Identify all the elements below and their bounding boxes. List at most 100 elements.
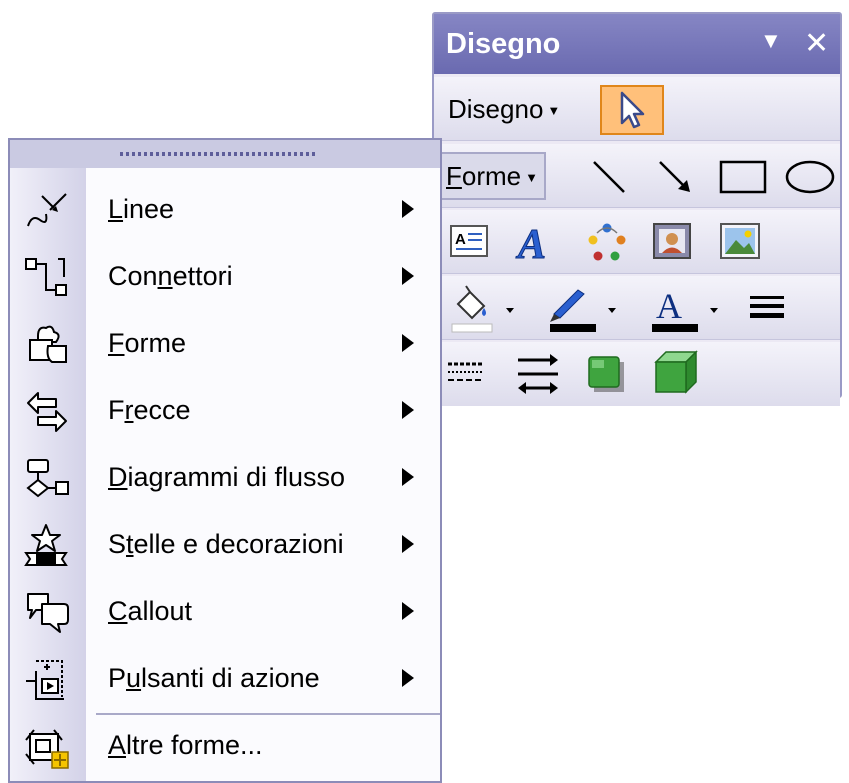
menu-item-diagrammi-di-flusso[interactable]: Diagrammi di flusso bbox=[10, 446, 440, 513]
svg-text:A: A bbox=[515, 222, 546, 266]
menu-item-callout[interactable]: Callout bbox=[10, 580, 440, 647]
diagram-icon bbox=[588, 223, 626, 261]
arrow-style-icon bbox=[518, 354, 558, 394]
picture-icon bbox=[720, 223, 760, 259]
oval-icon bbox=[785, 160, 835, 194]
menu-item-label: allout bbox=[127, 596, 193, 626]
line-style-button[interactable] bbox=[748, 292, 788, 322]
forme-menu-mnemonic: F bbox=[446, 161, 462, 191]
arrow-button[interactable] bbox=[650, 154, 700, 198]
forme-menu-label: orme bbox=[461, 161, 522, 191]
oval-button[interactable] bbox=[784, 156, 838, 198]
grip-dots-icon bbox=[120, 152, 318, 156]
menu-item-label: iagrammi di flusso bbox=[127, 462, 346, 492]
block-arrows-icon bbox=[27, 392, 67, 432]
font-color-icon: A bbox=[652, 286, 718, 332]
forme-menu-button[interactable]: Forme ▼ bbox=[438, 152, 547, 200]
chevron-down-icon: ▼ bbox=[525, 170, 539, 185]
toolbar-row-4: A bbox=[434, 276, 840, 340]
menu-item-mnemonic: A bbox=[108, 730, 127, 760]
toolbar-row-3: A A bbox=[434, 210, 840, 274]
font-color-button[interactable]: A bbox=[646, 282, 730, 334]
chevron-down-icon: ▼ bbox=[547, 103, 561, 118]
wordart-button[interactable]: A bbox=[514, 218, 564, 267]
submenu-arrow-icon bbox=[402, 267, 414, 285]
diagram-button[interactable] bbox=[584, 220, 630, 266]
insert-picture-button[interactable] bbox=[718, 220, 764, 264]
connectors-icon bbox=[25, 258, 67, 296]
toolbar-title: Disegno bbox=[446, 28, 561, 60]
line-color-icon bbox=[550, 289, 616, 332]
menu-item-mnemonic: F bbox=[108, 328, 125, 358]
shadow-style-button[interactable] bbox=[584, 352, 630, 396]
disegno-menu-mnemonic: g bbox=[500, 94, 515, 124]
menu-item-mnemonic: L bbox=[108, 194, 124, 224]
3d-style-icon bbox=[654, 350, 698, 394]
arrow-icon bbox=[659, 161, 690, 192]
menu-item-linee[interactable]: Linee bbox=[10, 178, 440, 245]
close-icon[interactable]: ✕ bbox=[804, 26, 829, 61]
drawing-toolbar: Disegno ▼ ✕ Disegno ▼ Forme ▼ A A A bbox=[432, 12, 842, 406]
toolbar-options-dropdown-icon[interactable]: ▼ bbox=[760, 28, 782, 54]
3d-style-button[interactable] bbox=[650, 348, 700, 398]
shadow-style-icon bbox=[588, 356, 624, 392]
select-objects-button[interactable] bbox=[600, 85, 664, 135]
disegno-menu-label-rest: no bbox=[514, 94, 544, 124]
fill-color-button[interactable] bbox=[448, 282, 522, 334]
toolbar-title-bar[interactable]: Disegno ▼ ✕ bbox=[434, 14, 840, 74]
menu-item-mnemonic: C bbox=[108, 596, 128, 626]
menu-item-mnemonic: n bbox=[157, 261, 173, 291]
menu-item-label: ltre forme... bbox=[126, 730, 263, 760]
menu-item-stelle-e-decorazioni[interactable]: Stelle e decorazioni bbox=[10, 513, 440, 580]
autoshapes-menu: Linee Connettori Forme Frecce Diagrammi … bbox=[8, 138, 442, 783]
menu-item-mnemonic: D bbox=[108, 462, 128, 492]
menu-drag-handle[interactable] bbox=[10, 140, 440, 168]
menu-item-label: S bbox=[108, 529, 127, 559]
line-style-icon bbox=[750, 296, 784, 318]
text-box-button[interactable]: A bbox=[448, 222, 492, 262]
dash-style-button[interactable] bbox=[446, 356, 490, 390]
arrow-style-button[interactable] bbox=[514, 350, 562, 398]
submenu-arrow-icon bbox=[402, 334, 414, 352]
menu-item-label: elle e decorazioni bbox=[133, 529, 344, 559]
menu-item-label: P bbox=[108, 663, 127, 693]
menu-item-connettori[interactable]: Connettori bbox=[10, 245, 440, 312]
dash-style-icon bbox=[448, 362, 484, 381]
flowchart-icon bbox=[26, 459, 69, 498]
line-color-button[interactable] bbox=[544, 282, 628, 334]
svg-text:A: A bbox=[656, 286, 682, 326]
toolbar-row-2: Forme ▼ bbox=[434, 144, 840, 208]
menu-separator bbox=[96, 713, 440, 715]
menu-item-label: orme bbox=[124, 328, 187, 358]
disegno-menu-button[interactable]: Disegno ▼ bbox=[442, 85, 566, 133]
rectangle-button[interactable] bbox=[718, 156, 770, 198]
menu-item-label: inee bbox=[123, 194, 175, 224]
wordart-icon: A bbox=[515, 222, 547, 267]
action-buttons-icon bbox=[26, 660, 64, 700]
submenu-arrow-icon bbox=[402, 200, 414, 218]
line-button[interactable] bbox=[584, 154, 634, 198]
rectangle-icon bbox=[719, 160, 767, 194]
stars-banners-icon bbox=[24, 524, 68, 566]
menu-item-altre-forme[interactable]: Altre forme... bbox=[10, 716, 440, 783]
toolbar-row-5 bbox=[434, 342, 840, 406]
menu-item-mnemonic: u bbox=[126, 663, 142, 693]
menu-item-label: F bbox=[108, 395, 125, 425]
callouts-icon bbox=[27, 593, 69, 633]
menu-item-forme[interactable]: Forme bbox=[10, 312, 440, 379]
toolbar-row-1: Disegno ▼ bbox=[434, 77, 840, 141]
submenu-arrow-icon bbox=[402, 401, 414, 419]
basic-shapes-icon bbox=[29, 325, 67, 363]
clip-art-button[interactable] bbox=[650, 220, 696, 264]
lines-icon bbox=[27, 193, 67, 227]
menu-item-frecce[interactable]: Frecce bbox=[10, 379, 440, 446]
submenu-arrow-icon bbox=[402, 602, 414, 620]
submenu-arrow-icon bbox=[402, 669, 414, 687]
svg-text:A: A bbox=[455, 231, 466, 248]
line-icon bbox=[593, 161, 625, 193]
menu-item-pulsanti-di-azione[interactable]: Pulsanti di azione bbox=[10, 647, 440, 714]
more-autoshapes-icon bbox=[25, 729, 69, 769]
menu-item-label: ettori bbox=[172, 261, 233, 291]
select-pointer-icon bbox=[620, 91, 645, 129]
disegno-menu-label: Dise bbox=[448, 94, 501, 124]
